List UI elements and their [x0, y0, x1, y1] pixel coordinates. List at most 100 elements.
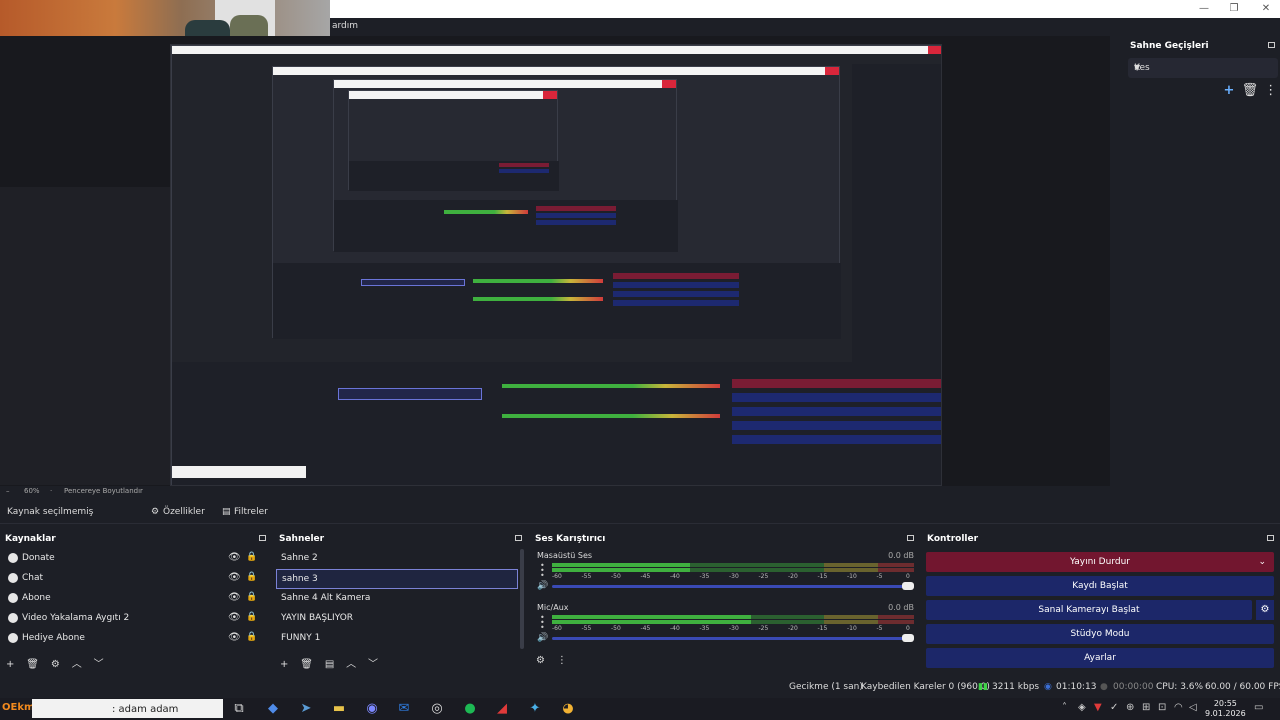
transition-select[interactable]: Kes ▼ [1128, 58, 1278, 78]
source-item[interactable]: Video Yakalama Aygıtı 2 👁 🔒 [4, 609, 266, 629]
speaker-icon[interactable]: 🔊 [537, 581, 548, 591]
virtualcam-settings-gear-icon[interactable]: ⚙ [1256, 600, 1274, 620]
meter-zone [823, 568, 878, 572]
dock-float-icon[interactable] [907, 535, 914, 541]
tray-chevron-icon[interactable]: ˄ [1062, 702, 1067, 713]
maximize-button[interactable]: ❐ [1228, 3, 1240, 15]
steam-icon[interactable]: ➤ [298, 701, 314, 717]
stop-stream-button[interactable]: Yayını Durdur ⌄ [926, 552, 1274, 572]
zoom-menu-icon[interactable]: · [50, 487, 52, 495]
tray-icon[interactable]: ⊞ [1142, 702, 1150, 713]
volume-slider-handle[interactable] [902, 634, 914, 642]
meter-zone [823, 615, 878, 619]
visibility-eye-icon[interactable]: 👁 [228, 592, 241, 603]
advanced-audio-icon[interactable]: ⚙ [536, 655, 545, 666]
outlook-icon[interactable]: ✉ [396, 701, 412, 717]
visibility-eye-icon[interactable]: 👁 [228, 572, 241, 583]
studio-mode-button[interactable]: Stüdyo Modu [926, 624, 1274, 644]
chevron-down-icon[interactable]: ⌄ [1258, 552, 1266, 572]
move-up-icon[interactable]: ︿ [72, 655, 82, 670]
minimize-button[interactable]: — [1198, 3, 1210, 15]
fit-window-label[interactable]: Pencereye Boyutlandır [64, 487, 143, 495]
visibility-eye-icon[interactable]: 👁 [228, 632, 241, 643]
dock-float-icon[interactable] [1268, 42, 1275, 48]
settings-button[interactable]: Ayarlar [926, 648, 1274, 668]
volume-slider[interactable] [552, 637, 914, 640]
lock-icon[interactable]: 🔒 [246, 572, 257, 582]
menu-help[interactable]: ardım [332, 21, 358, 31]
gear-icon[interactable]: ⚙ [51, 659, 60, 670]
add-source-icon[interactable]: + [6, 659, 14, 670]
track-menu-icon[interactable]: • • • [540, 562, 545, 580]
source-item[interactable]: Hediye Abone 👁 🔒 [4, 629, 266, 649]
more-options-icon[interactable]: ⋮ [557, 655, 567, 666]
dock-float-icon[interactable] [515, 535, 522, 541]
scene-item[interactable]: Sahne 2 [276, 549, 518, 569]
stop-stream-label: Yayını Durdur [1070, 557, 1130, 567]
zoom-level[interactable]: 60% [24, 487, 40, 495]
dock-float-icon[interactable] [259, 535, 266, 541]
task-view-icon[interactable]: ⧉ [231, 701, 247, 717]
file-explorer-icon[interactable]: ▬ [331, 701, 347, 717]
start-virtualcam-button[interactable]: Sanal Kamerayı Başlat [926, 600, 1252, 620]
source-item[interactable]: Donate 👁 🔒 [4, 549, 266, 569]
visibility-eye-icon[interactable]: 👁 [228, 552, 241, 563]
taskbar-search[interactable]: : adam adam [32, 699, 223, 718]
game-icon[interactable]: ◢ [494, 701, 510, 717]
scenes-scrollbar[interactable] [520, 549, 524, 649]
close-button[interactable]: ✕ [1260, 3, 1272, 15]
tray-icon[interactable]: ✓ [1110, 702, 1118, 713]
wifi-icon[interactable]: ◠ [1174, 702, 1183, 713]
chevron-down-icon: ▼ [1134, 63, 1141, 72]
lock-icon[interactable]: 🔒 [246, 632, 257, 642]
discord-icon[interactable]: ◉ [364, 701, 380, 717]
network-icon[interactable]: ◈ [1078, 702, 1086, 713]
trash-icon[interactable]: 🗑 [26, 659, 39, 670]
speaker-icon[interactable]: 🔊 [537, 633, 548, 643]
obs-icon[interactable]: ◎ [429, 701, 445, 717]
preview-canvas[interactable] [170, 44, 942, 486]
tray-icon[interactable]: ⊡ [1158, 702, 1166, 713]
stream-time: 01:10:13 [1056, 682, 1097, 692]
scene-item-active[interactable]: sahne 3 [276, 569, 518, 589]
more-options-icon[interactable]: ⋮ [1262, 83, 1280, 98]
meter-tick-label: -40 [670, 625, 680, 632]
move-down-icon[interactable]: ﹀ [368, 655, 378, 670]
tray-icon[interactable]: ⊕ [1126, 702, 1134, 713]
source-item[interactable]: Chat 👁 🔒 [4, 569, 266, 589]
move-up-icon[interactable]: ︿ [346, 655, 356, 670]
track-menu-icon[interactable]: • • • [540, 614, 545, 632]
chrome-icon[interactable]: ◕ [560, 701, 576, 717]
lock-icon[interactable]: 🔒 [246, 592, 257, 602]
clock[interactable]: 20:55 9.01.2026 [1205, 699, 1246, 719]
meter-tick-label: -20 [788, 573, 798, 580]
volume-slider[interactable] [552, 585, 914, 588]
source-item[interactable]: Abone 👁 🔒 [4, 589, 266, 609]
move-down-icon[interactable]: ﹀ [94, 655, 104, 670]
spotify-icon[interactable]: ● [462, 701, 478, 717]
properties-button[interactable]: Özellikler [163, 507, 205, 517]
app-icon[interactable]: ✦ [527, 701, 543, 717]
clock-date: 9.01.2026 [1205, 709, 1246, 718]
app-icon[interactable]: ◆ [265, 701, 281, 717]
scene-item[interactable]: Sahne 4 Alt Kamera [276, 589, 518, 609]
start-recording-button[interactable]: Kaydı Başlat [926, 576, 1274, 596]
add-scene-icon[interactable]: + [280, 659, 288, 670]
filter-icon[interactable]: ▤ [325, 659, 334, 670]
lock-icon[interactable]: 🔒 [246, 612, 257, 622]
visibility-eye-icon[interactable]: 👁 [228, 612, 241, 623]
scene-item[interactable]: YAYIN BAŞLIYOR [276, 609, 518, 629]
trash-icon[interactable]: 🗑 [300, 659, 313, 670]
meter-tick-label: -10 [847, 573, 857, 580]
notification-icon[interactable]: ▭ [1254, 702, 1263, 713]
mic-icon[interactable]: ▼ [1094, 702, 1102, 713]
add-transition-icon[interactable]: + [1220, 83, 1238, 98]
volume-slider-handle[interactable] [902, 582, 914, 590]
filters-button[interactable]: Filtreler [234, 507, 268, 517]
lock-icon[interactable]: 🔒 [246, 552, 257, 562]
dock-float-icon[interactable] [1267, 535, 1274, 541]
scene-item[interactable]: FUNNY 1 [276, 629, 518, 649]
volume-icon[interactable]: ◁ [1189, 702, 1197, 713]
trash-icon[interactable]: 🗑 [1241, 83, 1259, 98]
zoom-decrease-icon[interactable]: – [6, 487, 10, 495]
